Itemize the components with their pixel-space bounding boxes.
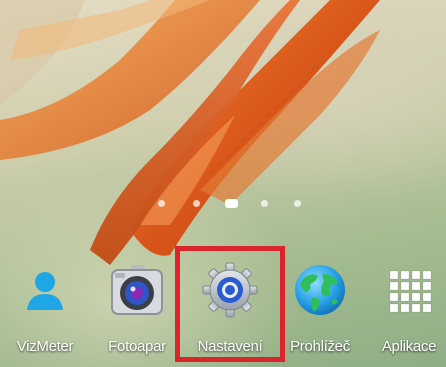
highlight-box: [175, 246, 285, 362]
camera-icon: [111, 265, 163, 315]
page-indicator[interactable]: [0, 196, 446, 212]
app-vizmeter[interactable]: VizMeter: [0, 258, 90, 358]
globe-icon: [295, 265, 345, 315]
app-camera[interactable]: Fotoapar: [92, 258, 182, 358]
app-label: VizMeter: [16, 338, 74, 355]
app-label: Fotoapar: [108, 338, 166, 355]
app-grid-icon: [389, 270, 432, 313]
app-drawer[interactable]: Aplikace: [364, 258, 446, 358]
person-icon: [27, 272, 63, 310]
page-dot[interactable]: [261, 200, 268, 207]
home-screen: VizMeter Fotoapar Nastavení Prohlížeč Ap…: [0, 0, 446, 367]
page-dot[interactable]: [294, 200, 301, 207]
app-label: Aplikace: [381, 338, 437, 355]
page-dot[interactable]: [158, 200, 165, 207]
page-dot-active[interactable]: [225, 199, 238, 208]
page-dot[interactable]: [193, 200, 200, 207]
app-browser[interactable]: Prohlížeč: [275, 258, 365, 358]
